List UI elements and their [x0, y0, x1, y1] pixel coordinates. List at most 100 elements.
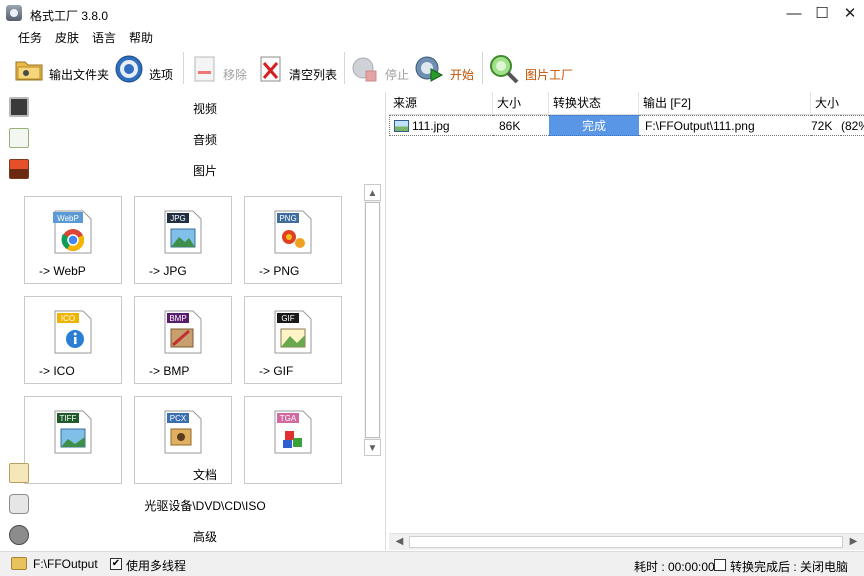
options-button[interactable]: 选项	[114, 52, 176, 86]
start-button[interactable]: 开始	[414, 52, 476, 86]
menu-task[interactable]: 任务	[18, 29, 42, 46]
multithread-checkbox[interactable]: ✔	[110, 558, 122, 570]
format-label-bmp: -> BMP	[149, 364, 190, 378]
clear-list-icon	[260, 56, 281, 82]
category-picture[interactable]: 图片	[0, 154, 386, 184]
menu-skin[interactable]: 皮肤	[55, 29, 79, 46]
format-tile-ico[interactable]: ICO -> ICO	[24, 296, 122, 384]
category-optical-label: 光驱设备\DVD\CD\ISO	[144, 499, 266, 513]
column-output[interactable]: 输出 [F2]	[639, 92, 811, 115]
category-document[interactable]: 文档	[0, 458, 386, 488]
format-tile-png[interactable]: PNG -> PNG	[244, 196, 342, 284]
task-list: 来源 大小 转换状态 输出 [F2] 大小 111.jpg 86K 完成 F:\…	[389, 92, 864, 550]
stop-label: 停止	[385, 68, 410, 82]
format-label-png: -> PNG	[259, 264, 300, 278]
column-source[interactable]: 来源	[389, 92, 493, 115]
output-cell: F:\FFOutput\111.png	[639, 115, 811, 136]
toolbar-separator	[183, 52, 184, 84]
category-document-label: 文档	[192, 468, 217, 482]
jpg-file-icon: JPG	[164, 210, 202, 254]
status-badge: 完成	[549, 115, 639, 136]
toolbar: 输出文件夹 选项 移除 清空列表 停止 开始 图片工厂	[0, 48, 864, 90]
output-folder-label: 输出文件夹	[49, 68, 110, 82]
gear-icon	[115, 55, 143, 83]
size-cell: 86K	[493, 115, 549, 136]
format-label-gif: -> GIF	[259, 364, 294, 378]
column-status[interactable]: 转换状态	[549, 92, 639, 115]
multithread-label: 使用多线程	[126, 559, 187, 573]
bmp-badge: BMP	[169, 314, 186, 323]
format-tile-webp[interactable]: WebP -> WebP	[24, 196, 122, 284]
bmp-file-icon: BMP	[164, 310, 202, 354]
toolbar-separator	[344, 52, 345, 84]
tga-file-icon: TGA	[274, 410, 312, 454]
horizontal-scrollbar-thumb[interactable]	[409, 536, 843, 548]
output-folder-icon[interactable]	[11, 557, 27, 570]
image-file-icon	[394, 120, 409, 132]
png-badge: PNG	[279, 214, 296, 223]
ico-file-icon: ICO	[54, 310, 92, 354]
scroll-right-arrow-icon[interactable]: ▶	[845, 534, 862, 550]
format-tile-bmp[interactable]: BMP -> BMP	[134, 296, 232, 384]
png-file-icon: PNG	[274, 210, 312, 254]
format-factory-window: 格式工厂 3.8.0 — ☐ ✕ 任务 皮肤 语言 帮助 输出文件夹 选项 移除…	[0, 0, 864, 576]
magnifier-icon	[490, 55, 519, 84]
scroll-left-arrow-icon[interactable]: ◀	[391, 534, 408, 550]
category-audio[interactable]: 音频	[0, 123, 386, 153]
stop-icon	[352, 57, 377, 82]
format-tile-jpg[interactable]: JPG -> JPG	[134, 196, 232, 284]
jpg-badge: JPG	[170, 214, 186, 223]
scroll-down-arrow-icon[interactable]: ▼	[364, 439, 381, 456]
category-picture-label: 图片	[192, 164, 217, 178]
options-label: 选项	[149, 68, 174, 82]
table-row[interactable]: 111.jpg 86K 完成 F:\FFOutput\111.png 72K (…	[389, 115, 864, 136]
menu-language[interactable]: 语言	[92, 29, 116, 46]
format-tile-gif[interactable]: GIF -> GIF	[244, 296, 342, 384]
webp-badge: WebP	[57, 214, 79, 223]
category-advanced[interactable]: 高级	[0, 520, 386, 550]
category-video-label: 视频	[192, 102, 217, 116]
webp-file-icon: WebP	[53, 210, 92, 254]
picture-factory-label: 图片工厂	[525, 68, 574, 82]
scrollbar-thumb[interactable]	[365, 202, 380, 438]
window-title: 格式工厂 3.8.0	[30, 9, 109, 23]
source-cell: 111.jpg	[389, 115, 493, 136]
remove-button[interactable]: 移除	[190, 52, 248, 86]
start-label: 开始	[450, 68, 475, 82]
folder-icon	[15, 61, 43, 81]
menu-bar: 任务 皮肤 语言 帮助	[0, 28, 864, 46]
output-folder-button[interactable]: 输出文件夹	[14, 52, 110, 86]
output-path[interactable]: F:\FFOutput	[33, 557, 98, 571]
after-conversion-checkbox[interactable]	[714, 559, 726, 571]
pcx-badge: PCX	[170, 414, 187, 423]
format-grid-scrollbar[interactable]: ▲ ▼	[364, 184, 381, 456]
start-icon	[415, 56, 444, 82]
clear-list-button[interactable]: 清空列表	[256, 52, 338, 86]
format-label-jpg: -> JPG	[149, 264, 187, 278]
category-audio-label: 音频	[192, 133, 217, 147]
app-logo-icon	[6, 5, 22, 21]
tiff-file-icon: TIFF	[54, 410, 92, 454]
status-bar: F:\FFOutput ✔ 使用多线程 耗时 : 00:00:00 转换完成后 …	[0, 551, 864, 576]
remove-document-icon	[194, 56, 215, 82]
column-output-size[interactable]: 大小	[811, 92, 864, 115]
stop-button[interactable]: 停止	[350, 52, 410, 86]
task-list-header: 来源 大小 转换状态 输出 [F2] 大小	[389, 92, 864, 115]
category-panel: 视频 音频 图片 WebP -> WebP JPG -> JPG PNG -> …	[0, 92, 386, 550]
picture-factory-button[interactable]: 图片工厂	[489, 52, 573, 86]
source-filename: 111.jpg	[412, 119, 450, 133]
tga-badge: TGA	[280, 414, 297, 423]
output-size-cell: 72K	[811, 115, 841, 136]
category-video[interactable]: 视频	[0, 92, 386, 122]
close-button[interactable]: ✕	[834, 0, 864, 28]
menu-help[interactable]: 帮助	[129, 29, 153, 46]
task-list-horizontal-scrollbar[interactable]: ◀ ▶	[389, 533, 864, 550]
clear-list-label: 清空列表	[289, 68, 338, 82]
column-size[interactable]: 大小	[493, 92, 549, 115]
title-bar: 格式工厂 3.8.0 — ☐ ✕	[0, 0, 864, 28]
scroll-up-arrow-icon[interactable]: ▲	[364, 184, 381, 201]
tiff-badge: TIFF	[60, 414, 77, 423]
gif-file-icon: GIF	[274, 310, 312, 354]
format-label-webp: -> WebP	[39, 264, 86, 278]
category-optical[interactable]: 光驱设备\DVD\CD\ISO	[0, 489, 386, 519]
